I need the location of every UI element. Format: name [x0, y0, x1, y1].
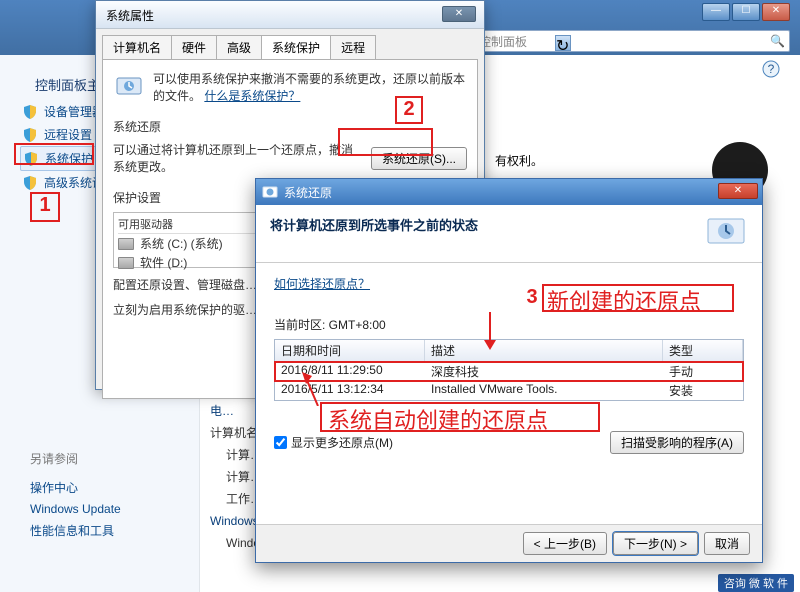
- shield-icon: [22, 104, 38, 120]
- dialog-title-bar[interactable]: 系统还原 ✕: [256, 179, 762, 205]
- back-button[interactable]: < 上一步(B): [523, 532, 607, 555]
- tab-system-protection[interactable]: 系统保护: [261, 35, 331, 59]
- wizard-footer: < 上一步(B) 下一步(N) > 取消: [256, 524, 762, 562]
- annotation-number-2: 2: [395, 98, 423, 121]
- table-row[interactable]: 2016/5/11 13:12:34 Installed VMware Tool…: [275, 381, 743, 400]
- restore-desc: 可以通过将计算机还原到上一个还原点，撤消系统更改。: [113, 141, 361, 175]
- show-more-checkbox[interactable]: 显示更多还原点(M): [274, 434, 393, 451]
- next-button[interactable]: 下一步(N) >: [613, 532, 698, 555]
- system-restore-dialog: 系统还原 ✕ 将计算机还原到所选事件之前的状态 如何选择还原点？ 当前时区: G…: [255, 178, 763, 563]
- see-also-action-center[interactable]: 操作中心: [30, 476, 121, 499]
- refresh-icon[interactable]: ↻: [555, 35, 571, 51]
- maximize-button[interactable]: ☐: [732, 3, 760, 21]
- toolbar: 搜索控制面板 🔍: [450, 30, 790, 52]
- see-also-section: 另请参阅 操作中心 Windows Update 性能信息和工具: [30, 447, 121, 542]
- annotation-number-3: 3: [520, 286, 544, 309]
- tab-advanced[interactable]: 高级: [216, 35, 262, 59]
- annotation-arrow-auto: [300, 372, 324, 406]
- restore-header-icon: [704, 213, 748, 253]
- restore-title-icon: [262, 184, 278, 200]
- annotation-box-3: [542, 284, 734, 312]
- annotation-box-2: [338, 128, 433, 156]
- show-more-check[interactable]: [274, 436, 287, 449]
- rights-text: 有权利。: [495, 152, 543, 169]
- timezone-text: 当前时区: GMT+8:00: [274, 316, 744, 333]
- shield-icon: [22, 127, 38, 143]
- dialog-title: 系统还原: [284, 184, 332, 201]
- close-icon[interactable]: ✕: [718, 183, 758, 199]
- see-also-windows-update[interactable]: Windows Update: [30, 499, 121, 519]
- search-icon: 🔍: [770, 34, 785, 48]
- minimize-button[interactable]: —: [702, 3, 730, 21]
- tab-computer-name[interactable]: 计算机名: [102, 35, 172, 59]
- see-also-title: 另请参阅: [30, 447, 121, 470]
- tab-strip: 计算机名 硬件 高级 系统保护 远程: [96, 29, 484, 59]
- disk-icon: [118, 257, 134, 269]
- scan-affected-button[interactable]: 扫描受影响的程序(A): [610, 431, 744, 454]
- restore-points-table: 日期和时间 描述 类型 2016/8/11 11:29:50 深度科技 手动 2…: [274, 339, 744, 401]
- table-row[interactable]: 2016/8/11 11:29:50 深度科技 手动: [275, 362, 743, 381]
- close-button[interactable]: ✕: [762, 3, 790, 21]
- wizard-heading: 将计算机还原到所选事件之前的状态: [270, 218, 478, 233]
- restore-icon: [113, 70, 145, 102]
- what-is-link[interactable]: 什么是系统保护？: [204, 89, 300, 103]
- svg-text:?: ?: [768, 62, 775, 76]
- help-icon[interactable]: ?: [762, 60, 780, 78]
- dialog-title-bar[interactable]: 系统属性 ✕: [96, 1, 484, 29]
- col-desc[interactable]: 描述: [425, 340, 663, 361]
- cancel-button[interactable]: 取消: [704, 532, 750, 555]
- annotation-box-1: [14, 143, 94, 165]
- close-icon[interactable]: ✕: [442, 6, 476, 22]
- table-header: 日期和时间 描述 类型: [275, 340, 743, 362]
- annotation-text-auto: 系统自动创建的还原点: [328, 403, 548, 435]
- col-datetime[interactable]: 日期和时间: [275, 340, 425, 361]
- search-input[interactable]: 搜索控制面板 🔍: [450, 30, 790, 52]
- tab-hardware[interactable]: 硬件: [171, 35, 217, 59]
- disk-icon: [118, 238, 134, 250]
- window-controls: — ☐ ✕: [702, 3, 790, 21]
- wizard-header: 将计算机还原到所选事件之前的状态: [256, 205, 762, 263]
- tab-remote[interactable]: 远程: [330, 35, 376, 59]
- annotation-arrow-3: [480, 312, 500, 352]
- sidebar-item-label: 远程设置: [44, 126, 92, 143]
- dialog-title: 系统属性: [106, 9, 154, 23]
- see-also-performance[interactable]: 性能信息和工具: [30, 519, 121, 542]
- genuine-badge: 咨询 微 软 件: [718, 574, 794, 592]
- shield-icon: [22, 175, 38, 191]
- annotation-number-1: 1: [30, 194, 60, 217]
- col-type[interactable]: 类型: [663, 340, 743, 361]
